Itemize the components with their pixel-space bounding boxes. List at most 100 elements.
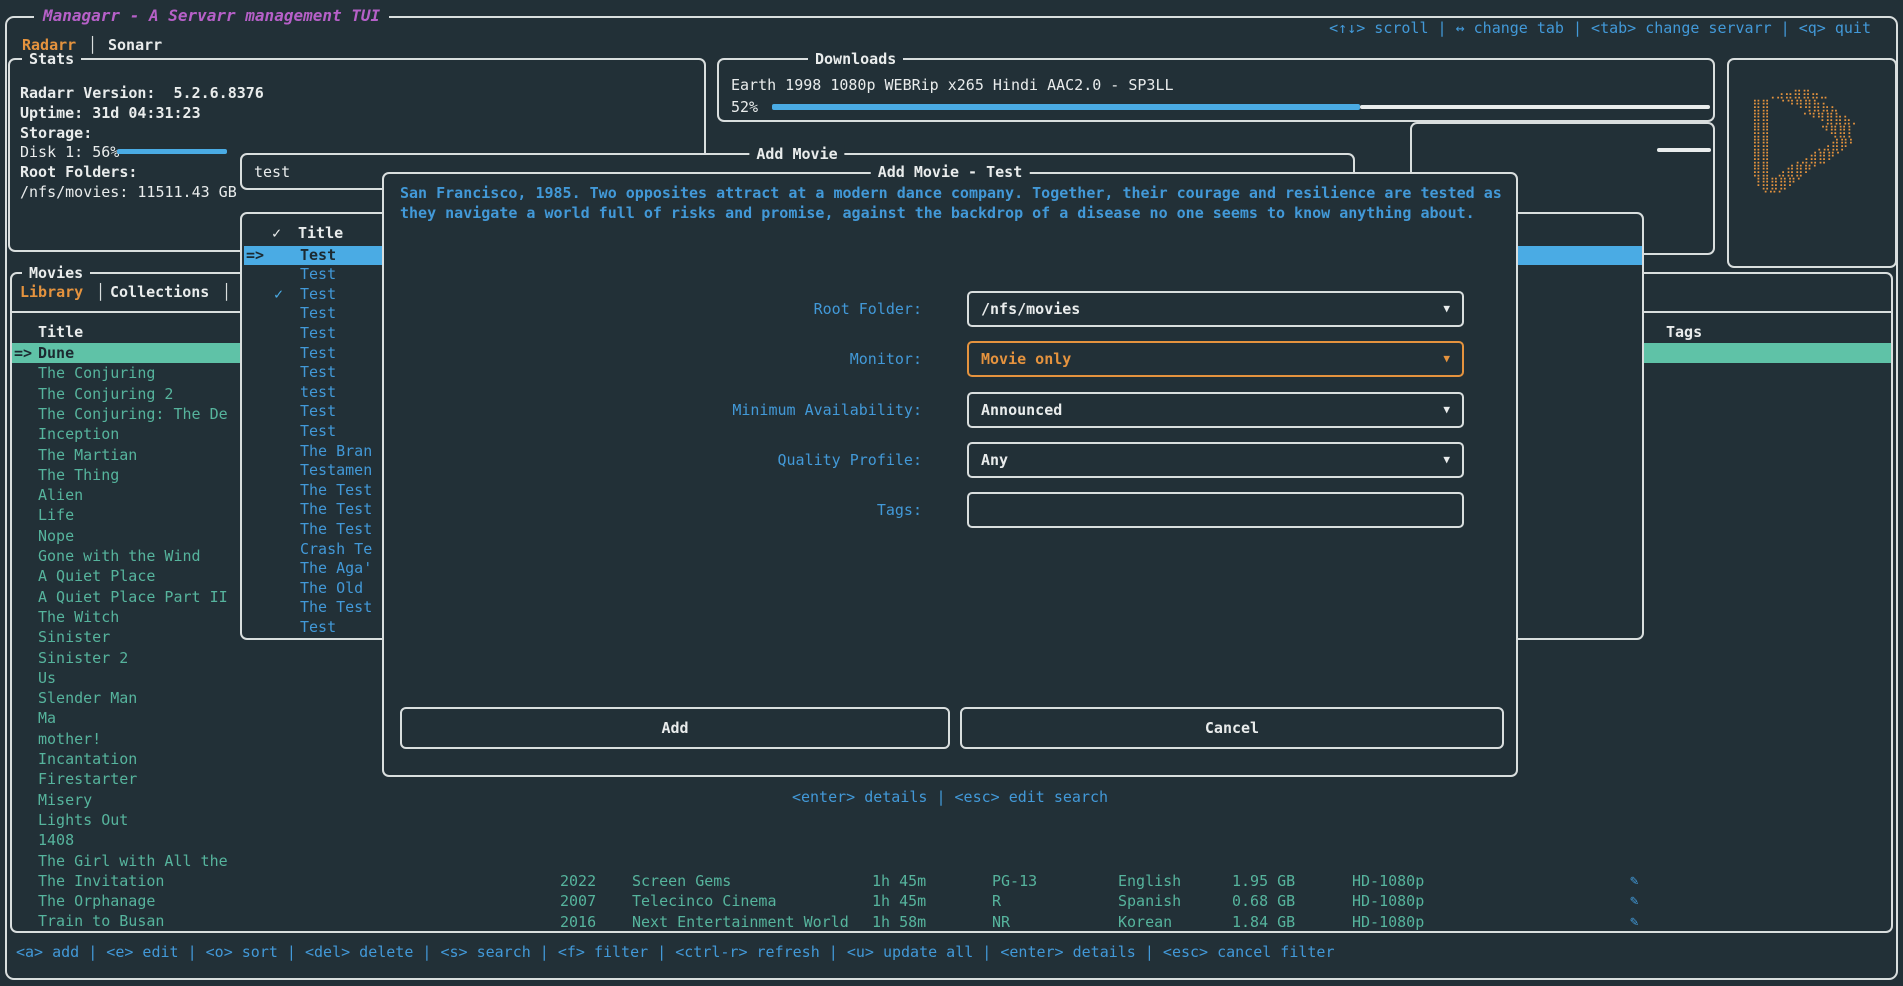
bottom-keybindings: <a> add | <e> edit | <o> sort | <del> de… <box>16 943 1335 961</box>
movie-cell-quality: HD-1080p <box>1352 871 1424 891</box>
movie-row[interactable]: The Orphanage <box>10 891 240 911</box>
movie-title: Us <box>38 668 56 688</box>
result-title: The Test <box>300 598 372 618</box>
movie-row[interactable]: Nope <box>10 526 240 546</box>
tab-library[interactable]: Library <box>20 283 83 301</box>
movie-row[interactable]: Alien <box>10 485 240 505</box>
movie-cell-language: English <box>1118 871 1181 891</box>
movie-cell-rating: PG-13 <box>992 871 1037 891</box>
movie-title: Life <box>38 505 74 525</box>
selected-row-prefix: => <box>14 343 32 363</box>
modal-title: Add Movie - Test <box>871 163 1030 181</box>
root-folder-dropdown[interactable]: /nfs/movies▼ <box>967 291 1464 327</box>
movie-cell-language: Korean <box>1118 912 1172 932</box>
movie-row[interactable]: =>Dune <box>10 343 240 363</box>
collections-tab-separator: │ <box>222 283 231 301</box>
movie-title: Lights Out <box>38 810 128 830</box>
movie-row[interactable]: mother! <box>10 729 240 749</box>
movie-row[interactable]: Sinister <box>10 627 240 647</box>
result-title: Testamen <box>300 461 372 481</box>
edit-icon[interactable]: ✎ <box>1630 891 1638 911</box>
movie-row[interactable]: Slender Man <box>10 688 240 708</box>
movie-cell-quality: HD-1080p <box>1352 891 1424 911</box>
movie-title: Alien <box>38 485 83 505</box>
movie-title: Nope <box>38 526 74 546</box>
edit-icon[interactable]: ✎ <box>1630 912 1638 932</box>
field-label: Tags: <box>592 492 922 528</box>
field-value: Announced <box>981 394 1062 426</box>
download-progress-filled <box>772 104 1360 110</box>
movie-row[interactable]: Misery <box>10 790 240 810</box>
result-title: Test <box>300 402 336 422</box>
movie-row[interactable]: The Conjuring 2 <box>10 384 240 404</box>
movie-row[interactable]: Sinister 2 <box>10 648 240 668</box>
minimum-availability-dropdown[interactable]: Announced▼ <box>967 392 1464 428</box>
movie-row[interactable]: The Conjuring <box>10 363 240 383</box>
movie-row[interactable]: The Invitation <box>10 871 240 891</box>
download-progress-track <box>1360 105 1710 109</box>
movie-row[interactable]: The Girl with All the <box>10 851 240 871</box>
cancel-button[interactable]: Cancel <box>960 707 1504 749</box>
tags-input[interactable] <box>967 492 1464 528</box>
result-title: Test <box>300 265 336 285</box>
result-title: Crash Te <box>300 540 372 560</box>
movie-row[interactable]: Inception <box>10 424 240 444</box>
stats-version: Radarr Version: 5.2.6.8376 <box>20 84 264 102</box>
movie-title: Inception <box>38 424 119 444</box>
movie-title: Sinister 2 <box>38 648 128 668</box>
movie-row[interactable]: Us <box>10 668 240 688</box>
movie-cell-quality: HD-1080p <box>1352 912 1424 932</box>
movie-row[interactable]: Train to Busan <box>10 911 240 931</box>
chevron-down-icon: ▼ <box>1443 343 1450 375</box>
movie-row[interactable]: Ma <box>10 708 240 728</box>
movie-title: The Conjuring: The De <box>38 404 228 424</box>
app-title: Managarr - A Servarr management TUI <box>34 6 389 25</box>
movie-title: The Witch <box>38 607 119 627</box>
chevron-down-icon: ▼ <box>1443 444 1450 476</box>
tab-collections[interactable]: Collections <box>110 283 209 301</box>
movie-cell-runtime: 1h 45m <box>872 871 926 891</box>
movie-title: Misery <box>38 790 92 810</box>
field-label: Quality Profile: <box>592 442 922 478</box>
search-input[interactable]: test <box>254 160 290 184</box>
movie-row[interactable]: The Witch <box>10 607 240 627</box>
scrollbar-thumb[interactable] <box>1657 148 1711 152</box>
movie-cell-rating: NR <box>992 912 1010 932</box>
result-title: The Bran <box>300 442 372 462</box>
stats-panel-title: Stats <box>22 50 81 68</box>
tab-separator: │ <box>88 36 97 54</box>
movie-description-line2: they navigate a world full of risks and … <box>400 204 1475 222</box>
movie-row[interactable]: Gone with the Wind <box>10 546 240 566</box>
movie-title: The Conjuring <box>38 363 155 383</box>
movie-row[interactable]: A Quiet Place <box>10 566 240 586</box>
movie-title: Gone with the Wind <box>38 546 201 566</box>
movie-description-line1: San Francisco, 1985. Two opposites attra… <box>400 184 1502 202</box>
result-title: test <box>300 383 336 403</box>
top-keybindings: <↑↓> scroll | ↔ change tab | <tab> chang… <box>1329 19 1871 37</box>
quality-profile-dropdown[interactable]: Any▼ <box>967 442 1464 478</box>
movie-row[interactable]: The Conjuring: The De <box>10 404 240 424</box>
add-button[interactable]: Add <box>400 707 950 749</box>
movie-row[interactable]: Lights Out <box>10 810 240 830</box>
movie-cell-year: 2022 <box>560 871 596 891</box>
result-title: Test <box>300 324 336 344</box>
movie-row[interactable]: A Quiet Place Part II <box>10 587 240 607</box>
movie-cell-studio: Next Entertainment World <box>632 912 849 932</box>
monitor-dropdown[interactable]: Movie only▼ <box>967 341 1464 377</box>
movie-cell-studio: Telecinco Cinema <box>632 891 777 911</box>
movie-cell-size: 1.95 GB <box>1232 871 1295 891</box>
movie-title: A Quiet Place <box>38 566 155 586</box>
movie-cell-size: 0.68 GB <box>1232 891 1295 911</box>
movie-row[interactable]: Firestarter <box>10 769 240 789</box>
edit-icon[interactable]: ✎ <box>1630 871 1638 891</box>
movie-row[interactable]: Incantation <box>10 749 240 769</box>
movie-row[interactable]: Life <box>10 505 240 525</box>
add-movie-modal: Add Movie - Test San Francisco, 1985. Tw… <box>382 172 1518 777</box>
movie-cell-studio: Screen Gems <box>632 871 731 891</box>
tab-sonarr[interactable]: Sonarr <box>108 36 162 54</box>
movie-title: The Orphanage <box>38 891 155 911</box>
movie-row[interactable]: 1408 <box>10 830 240 850</box>
movie-row[interactable]: The Martian <box>10 445 240 465</box>
movie-row[interactable]: The Thing <box>10 465 240 485</box>
movie-cell-language: Spanish <box>1118 891 1181 911</box>
